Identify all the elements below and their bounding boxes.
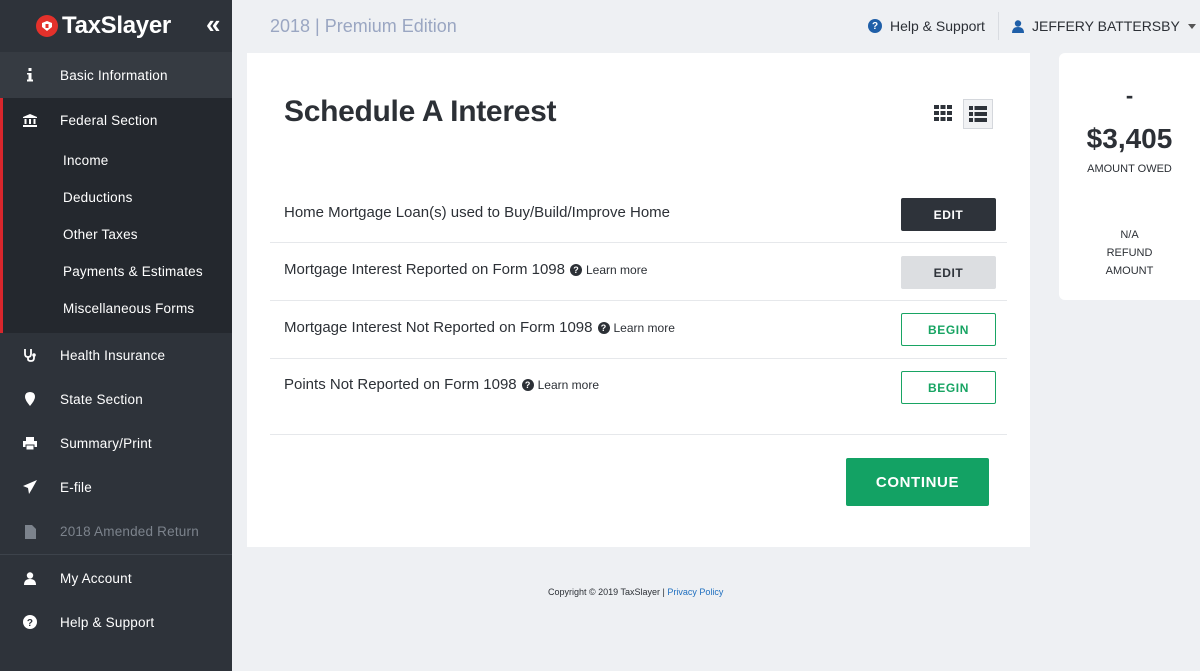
summary-dash: -	[1125, 83, 1134, 108]
refund-summary-panel: - $3,405 AMOUNT OWED N/A REFUND AMOUNT	[1059, 53, 1200, 300]
learn-more-label: Learn more	[586, 262, 648, 277]
sidebar-subitem-income[interactable]: Income	[63, 153, 108, 168]
sidebar-item-state-section[interactable]: State Section	[0, 377, 232, 421]
question-circle-icon: ?	[597, 321, 610, 334]
sidebar-item-basic-information[interactable]: Basic Information	[0, 52, 232, 98]
amount-owed-value: $3,405	[1086, 123, 1173, 154]
header-help-support-link[interactable]: ? Help & Support	[868, 18, 985, 34]
row-label: Points Not Reported on Form 1098 ? Learn…	[284, 376, 599, 393]
sidebar-item-label: Basic Information	[60, 67, 168, 83]
learn-more-link[interactable]: ? Learn more	[521, 377, 599, 392]
collapse-sidebar-icon[interactable]: «	[206, 10, 221, 38]
begin-button[interactable]: BEGIN	[901, 371, 996, 404]
amount-owed-label: AMOUNT OWED	[1087, 163, 1172, 175]
sidebar-item-label: Help & Support	[60, 614, 155, 630]
list-item-mortgage-interest-not-reported: Mortgage Interest Not Reported on Form 1…	[270, 301, 1007, 359]
list-item-points-not-reported: Points Not Reported on Form 1098 ? Learn…	[270, 359, 1007, 435]
sidebar-subitem-payments-estimates[interactable]: Payments & Estimates	[63, 264, 203, 279]
edit-button[interactable]: EDIT	[901, 256, 996, 289]
sidebar-item-summary-print[interactable]: Summary/Print	[0, 421, 232, 465]
brand-name: TaxSlayer	[62, 12, 171, 39]
sidebar-item-label: State Section	[60, 391, 143, 407]
sidebar-item-label: E-file	[60, 479, 92, 495]
info-icon	[0, 68, 60, 82]
main-card: Schedule A Interest Home Mortgage Loan(s…	[247, 53, 1030, 547]
footer: Copyright © 2019 TaxSlayer | Privacy Pol…	[548, 587, 723, 597]
header-help-label: Help & Support	[890, 18, 985, 34]
list-item-mortgage-interest-reported: Mortgage Interest Reported on Form 1098 …	[270, 243, 1007, 301]
learn-more-link[interactable]: ? Learn more	[597, 320, 675, 335]
row-label: Mortgage Interest Reported on Form 1098 …	[284, 261, 647, 278]
continue-button[interactable]: CONTINUE	[846, 458, 989, 506]
sidebar-item-my-account[interactable]: My Account	[0, 556, 232, 600]
paper-plane-icon	[0, 480, 60, 494]
refund-label: REFUND	[1106, 247, 1153, 259]
row-label-text: Home Mortgage Loan(s) used to Buy/Build/…	[284, 204, 671, 221]
caret-down-icon	[1187, 23, 1196, 29]
edition-label: 2018 | Premium Edition	[270, 16, 457, 36]
row-label-text: Mortgage Interest Not Reported on Form 1…	[284, 319, 593, 336]
printer-icon	[0, 436, 60, 450]
sidebar-item-health-insurance[interactable]: Health Insurance	[0, 333, 232, 377]
bank-icon	[0, 113, 60, 127]
stethoscope-icon	[0, 348, 60, 362]
sidebar-item-label: My Account	[60, 570, 132, 586]
learn-more-label: Learn more	[613, 320, 675, 335]
learn-more-label: Learn more	[537, 377, 599, 392]
row-label: Home Mortgage Loan(s) used to Buy/Build/…	[284, 204, 670, 221]
user-icon	[0, 571, 60, 585]
sidebar-item-federal-section[interactable]: Federal Section	[0, 98, 232, 142]
taxslayer-logo-icon	[36, 15, 58, 37]
learn-more-link[interactable]: ? Learn more	[570, 263, 647, 277]
list-view-icon[interactable]	[963, 99, 993, 129]
sidebar: TaxSlayer « Basic Information Federal Se…	[0, 0, 232, 671]
begin-button[interactable]: BEGIN	[901, 313, 996, 346]
list-item-home-mortgage: Home Mortgage Loan(s) used to Buy/Build/…	[270, 184, 1007, 243]
refund-value: N/A	[1120, 229, 1139, 241]
question-circle-icon: ?	[521, 378, 534, 391]
privacy-policy-link[interactable]: Privacy Policy	[667, 587, 723, 597]
row-label: Mortgage Interest Not Reported on Form 1…	[284, 319, 675, 336]
header-divider	[998, 12, 999, 40]
svg-text:?: ?	[27, 618, 33, 629]
grid-view-icon[interactable]	[929, 99, 957, 127]
question-circle-icon: ?	[868, 19, 882, 33]
question-circle-icon: ?	[0, 615, 60, 629]
user-name: JEFFERY BATTERSBY	[1032, 18, 1180, 34]
user-icon	[1012, 19, 1024, 33]
question-circle-icon: ?	[570, 263, 582, 276]
top-header: 2018 | Premium Edition ? Help & Support …	[232, 0, 1200, 52]
sidebar-item-amended-return: 2018 Amended Return	[0, 509, 232, 555]
map-pin-icon	[0, 392, 60, 406]
sidebar-item-label: Summary/Print	[60, 435, 152, 451]
user-menu[interactable]: JEFFERY BATTERSBY	[1012, 18, 1196, 34]
sidebar-item-label: 2018 Amended Return	[60, 524, 199, 539]
document-icon	[0, 524, 60, 539]
sidebar-item-label: Federal Section	[60, 112, 158, 128]
sidebar-item-help-support[interactable]: ? Help & Support	[0, 600, 232, 644]
sidebar-item-efile[interactable]: E-file	[0, 465, 232, 509]
brand[interactable]: TaxSlayer	[0, 0, 232, 52]
page-title: Schedule A Interest	[284, 95, 557, 128]
edit-button[interactable]: EDIT	[901, 198, 996, 231]
sidebar-subitem-miscellaneous-forms[interactable]: Miscellaneous Forms	[63, 301, 194, 316]
row-label-text: Mortgage Interest Reported on Form 1098	[284, 261, 565, 278]
sidebar-subitem-other-taxes[interactable]: Other Taxes	[63, 227, 138, 242]
copyright-text: Copyright © 2019 TaxSlayer |	[548, 587, 668, 597]
sidebar-item-label: Health Insurance	[60, 347, 166, 363]
row-label-text: Points Not Reported on Form 1098	[284, 376, 517, 393]
refund-amount-block: N/A REFUND AMOUNT	[1059, 226, 1200, 280]
sidebar-subitem-deductions[interactable]: Deductions	[63, 190, 133, 205]
refund-amount-label: AMOUNT	[1105, 265, 1154, 277]
